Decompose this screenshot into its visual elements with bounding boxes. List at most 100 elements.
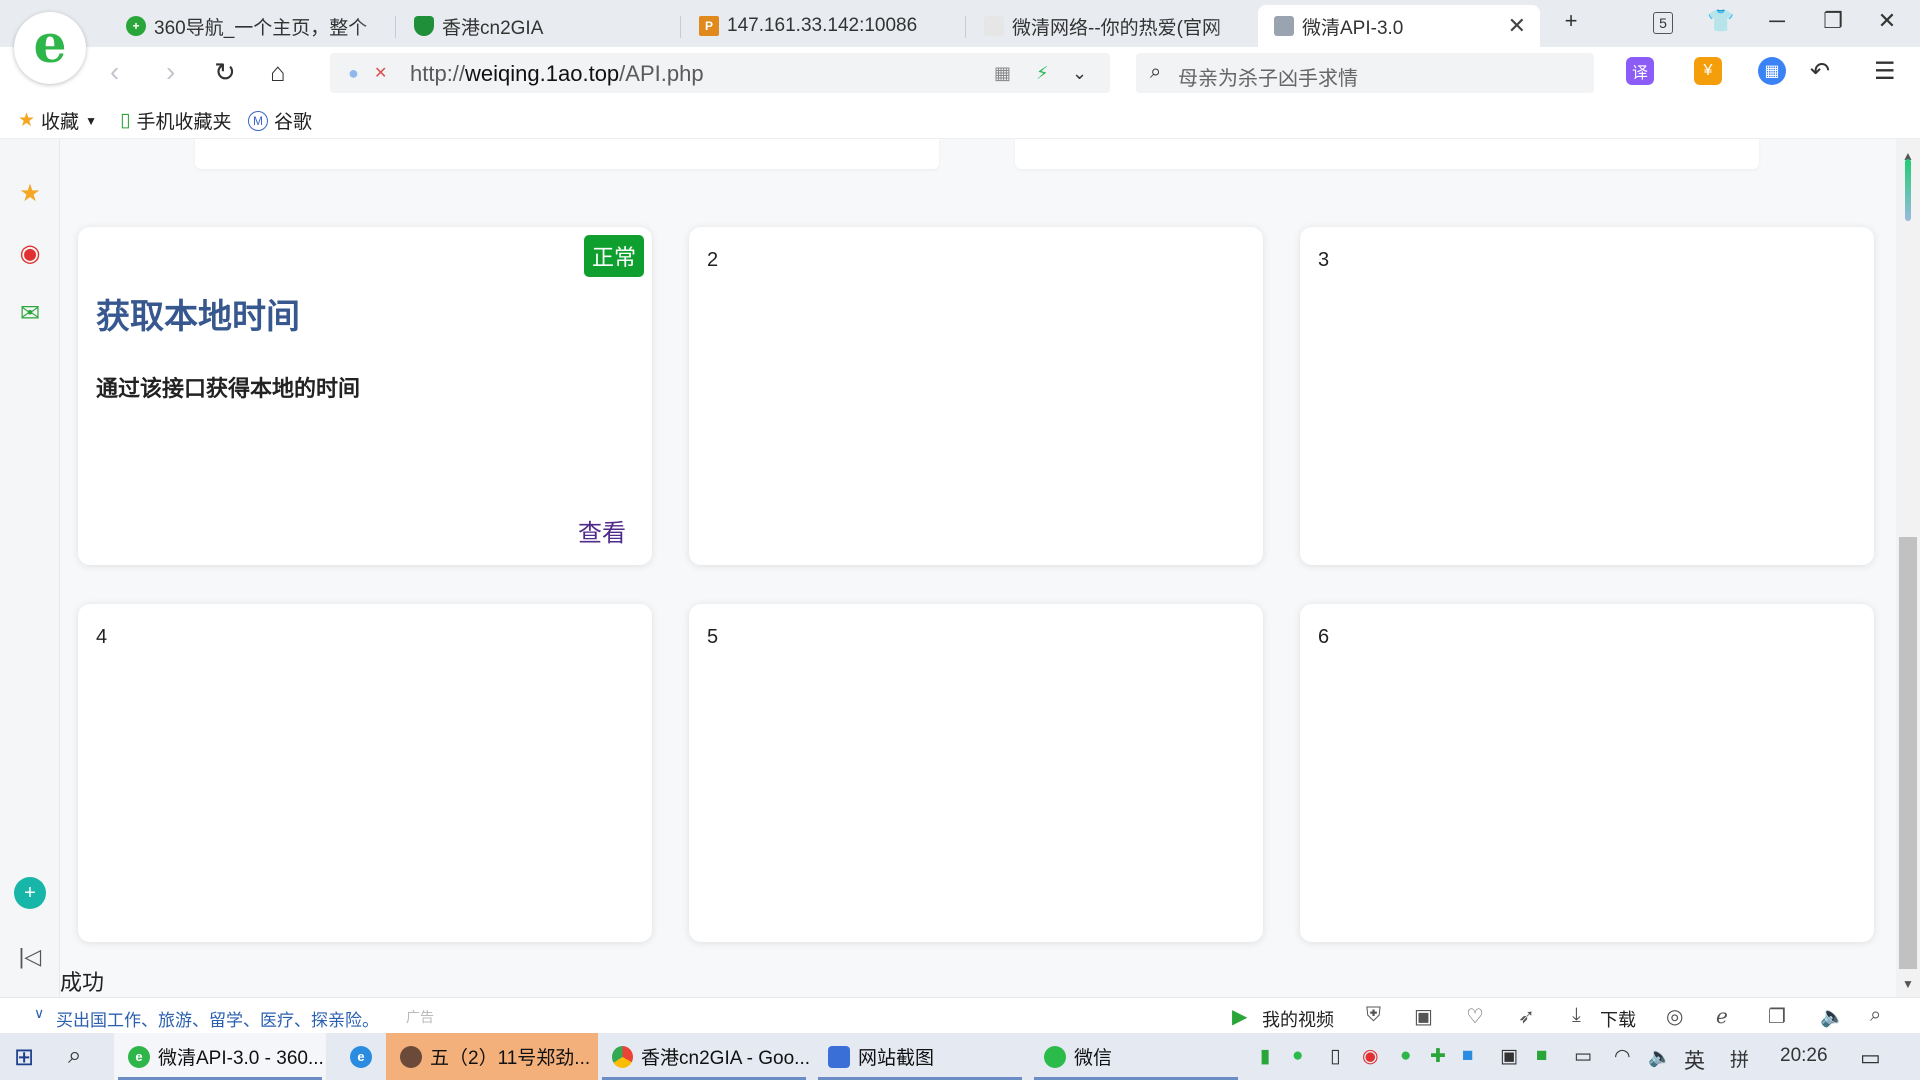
bookmark-mobile[interactable]: ▯ 手机收藏夹 xyxy=(120,107,231,134)
bookmark-favorites[interactable]: ★ 收藏 ▼ xyxy=(18,107,97,134)
tab-360-nav[interactable]: + 360导航_一个主页，整个 xyxy=(106,5,396,47)
search-input[interactable]: 母亲为杀子凶手求情 xyxy=(1178,62,1358,91)
api-card-5: 5 xyxy=(689,604,1263,942)
page-icon xyxy=(984,16,1004,36)
api-card-4: 4 xyxy=(78,604,652,942)
tab-title: 香港cn2GIA xyxy=(442,17,544,39)
undo-close-icon[interactable]: ↶ xyxy=(1810,57,1830,87)
translate-icon[interactable]: 译 xyxy=(1626,57,1654,85)
apps-grid-icon[interactable]: ▦ xyxy=(1758,57,1786,85)
chevron-down-icon[interactable]: ⌄ xyxy=(1072,63,1087,84)
tab-cn2gia[interactable]: 香港cn2GIA xyxy=(396,5,681,47)
taskbar-item-ie[interactable]: e xyxy=(336,1033,386,1080)
add-tool-icon[interactable]: + xyxy=(14,877,46,909)
tray-plus-icon[interactable]: ✚ xyxy=(1430,1045,1446,1068)
tab-weiqing-home[interactable]: 微清网络--你的热爱(官网 xyxy=(966,5,1251,47)
close-window-icon[interactable]: ✕ xyxy=(1872,8,1902,34)
status-bar: ∨ 买出国工作、旅游、留学、医疗、探亲险。 广告 ▶ 我的视频 ⛨ ▣ ♡ ➶ … xyxy=(0,997,1920,1033)
rocket-icon[interactable]: ➶ xyxy=(1518,1004,1535,1029)
address-bar[interactable]: ● ✕ http://weiqing.1ao.top/API.php ▦ ⚡ ⌄ xyxy=(330,53,1110,93)
shield-status-icon[interactable]: ⛨ xyxy=(1366,1004,1381,1027)
tray-usb-icon[interactable]: ▣ xyxy=(1500,1045,1518,1068)
tray-qq-icon[interactable]: ◉ xyxy=(1362,1045,1379,1068)
windows-start-icon[interactable]: ⊞ xyxy=(14,1043,34,1072)
my-video-button[interactable]: 我的视频 xyxy=(1262,1006,1334,1032)
reload-icon[interactable]: ↻ xyxy=(214,57,236,87)
m-icon: M xyxy=(248,110,268,131)
window-icon[interactable]: ❐ xyxy=(1768,1004,1786,1029)
battery-icon[interactable]: ▭ xyxy=(1574,1045,1592,1068)
taskbar-item-chrome[interactable]: 香港cn2GIA - Goo... xyxy=(598,1033,810,1080)
card-number: 2 xyxy=(707,249,719,271)
wallet-icon[interactable]: ¥ xyxy=(1694,57,1722,85)
taskbar-item-screenshot[interactable]: 网站截图 xyxy=(814,1033,1026,1080)
minimize-icon[interactable]: ─ xyxy=(1762,8,1792,34)
tray-bluetooth-icon[interactable]: ■ xyxy=(1462,1045,1473,1067)
taskbar-item-wechat[interactable]: 微信 xyxy=(1030,1033,1242,1080)
result-text: 成功 xyxy=(60,970,105,995)
favorites-star-icon[interactable]: ★ xyxy=(14,177,46,209)
search-box[interactable]: ⌕ 母亲为杀子凶手求情 xyxy=(1136,53,1594,93)
card-number: 4 xyxy=(96,626,108,648)
card-number: 6 xyxy=(1318,626,1330,648)
new-tab-icon[interactable]: + xyxy=(1556,8,1586,34)
view-link[interactable]: 查看 xyxy=(578,513,626,548)
tray-360-icon[interactable]: ● xyxy=(1400,1045,1411,1067)
security-icon: ● xyxy=(348,63,359,83)
api-card-2: 2 xyxy=(689,227,1263,565)
ime-language[interactable]: 英 xyxy=(1684,1045,1705,1075)
incognito-icon[interactable]: ◎ xyxy=(1666,1004,1683,1029)
speaker-icon[interactable]: 🔈 xyxy=(1648,1045,1672,1069)
taskbar-item-chat[interactable]: 五（2）11号郑劲... xyxy=(386,1033,598,1080)
zoom-icon[interactable]: ⌕ xyxy=(1870,1004,1881,1027)
home-icon[interactable]: ⌂ xyxy=(270,57,286,87)
taskbar-item-360-browser[interactable]: e 微清API-3.0 - 360... xyxy=(114,1033,326,1080)
search-icon[interactable]: ⌕ xyxy=(68,1042,81,1070)
tray-wechat-icon[interactable]: ● xyxy=(1292,1045,1303,1067)
news-ticker-link[interactable]: 买出国工作、旅游、留学、医疗、探亲险。 xyxy=(56,1006,379,1031)
wechat-icon xyxy=(1044,1045,1066,1068)
tab-pma[interactable]: P 147.161.33.142:10086 xyxy=(681,5,966,47)
card-title: 获取本地时间 xyxy=(96,298,300,336)
bookmark-google[interactable]: M 谷歌 xyxy=(248,107,312,134)
download-button[interactable]: 下载 xyxy=(1600,1006,1636,1032)
collapse-sidebar-icon[interactable]: |◁ xyxy=(14,941,46,973)
skin-shirt-icon[interactable]: 👕 xyxy=(1706,8,1736,34)
vertical-scrollbar[interactable]: ▲ ▼ xyxy=(1896,139,1920,997)
menu-icon[interactable]: ☰ xyxy=(1874,57,1896,87)
tab-count-button[interactable]: 5 xyxy=(1648,8,1678,34)
ad-label: 广告 xyxy=(406,1009,434,1025)
wifi-icon[interactable]: ◠ xyxy=(1614,1045,1631,1068)
mail-icon[interactable]: ✉ xyxy=(14,297,46,329)
download-icon[interactable]: ⤓ xyxy=(1572,1004,1581,1027)
page-icon xyxy=(1274,16,1294,36)
close-tab-icon[interactable]: ✕ xyxy=(1508,13,1526,39)
tab-weiqing-api[interactable]: 微清API-3.0 ✕ xyxy=(1258,5,1540,47)
speed-mode-icon[interactable]: ⚡ xyxy=(1036,63,1049,84)
video-icon[interactable]: ▶ xyxy=(1232,1004,1247,1029)
tray-app-icon[interactable]: ▮ xyxy=(1260,1045,1270,1068)
tray-nvidia-icon[interactable]: ■ xyxy=(1536,1045,1547,1067)
ie-mode-icon[interactable]: ℯ xyxy=(1716,1004,1728,1029)
browser-logo-icon[interactable]: e xyxy=(14,12,86,84)
notification-icon[interactable]: ▭ xyxy=(1860,1045,1881,1071)
clock-time[interactable]: 20:26 xyxy=(1780,1045,1828,1067)
back-icon[interactable]: ‹ xyxy=(110,57,119,87)
tab-title: 微清网络--你的热爱(官网 xyxy=(1012,17,1221,39)
ie-icon: e xyxy=(350,1045,372,1068)
health-icon[interactable]: ♡ xyxy=(1466,1004,1484,1029)
camera-blocked-icon[interactable]: ✕ xyxy=(374,63,387,83)
forward-icon[interactable]: › xyxy=(166,57,175,87)
scrollbar-thumb[interactable] xyxy=(1899,537,1917,969)
tray-device-icon[interactable]: ▯ xyxy=(1330,1045,1340,1068)
restore-icon[interactable]: ❐ xyxy=(1818,8,1848,34)
left-sidebar: ★ ◉ ✉ + |◁ xyxy=(0,139,60,997)
image-icon[interactable]: ▣ xyxy=(1414,1004,1433,1029)
screenshot-app-icon xyxy=(828,1045,850,1068)
volume-icon[interactable]: 🔈 xyxy=(1820,1004,1845,1029)
weibo-icon[interactable]: ◉ xyxy=(14,237,46,269)
caret-down-icon[interactable]: ▼ xyxy=(85,114,97,128)
ime-mode[interactable]: 拼 xyxy=(1730,1045,1749,1072)
scroll-down-icon[interactable]: ▼ xyxy=(1902,977,1914,991)
qr-code-icon[interactable]: ▦ xyxy=(994,63,1011,84)
